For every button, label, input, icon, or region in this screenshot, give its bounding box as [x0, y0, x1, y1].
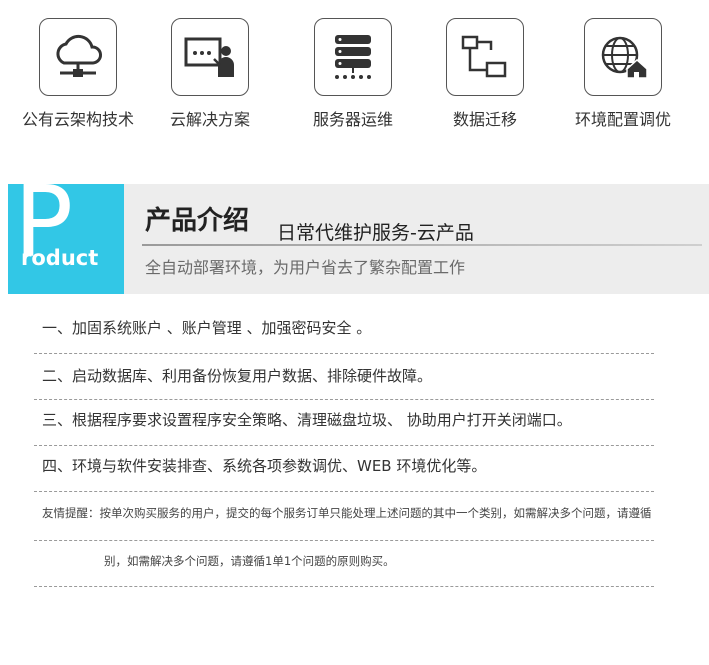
service-label: 数据迁移 — [452, 110, 517, 129]
presenter-board-icon — [171, 18, 249, 96]
notice-row: 友情提醒：按单次购买服务的用户，提交的每个服务订单只能处理上述问题的其中一个类别… — [34, 492, 654, 541]
feature-text: 一、加固系统账户 、账户管理 、加强密码安全 。 — [42, 319, 372, 337]
service-icons-row: 公有云架构技术 云解决方案 服务器运维 数据迁移 环境配置调优 — [0, 18, 709, 130]
banner-description: 全自动部署环境，为用户省去了繁杂配置工作 — [145, 258, 466, 277]
service-cloud-solution[interactable]: 云解决方案 — [140, 18, 280, 130]
service-server-ops[interactable]: 服务器运维 — [283, 18, 423, 130]
feature-text: 四、环境与软件安装排查、系统各项参数调优、WEB 环境优化等。 — [42, 457, 487, 475]
service-public-cloud[interactable]: 公有云架构技术 — [8, 18, 148, 130]
product-logo-text: roduct — [21, 246, 99, 270]
notice-row: 别，如需解决多个问题，请遵循1单1个问题的原则购买。 — [34, 541, 654, 587]
globe-home-icon — [584, 18, 662, 96]
data-migration-icon — [446, 18, 524, 96]
list-item: 一、加固系统账户 、账户管理 、加强密码安全 。 — [34, 312, 654, 354]
banner-title: 产品介绍 — [145, 206, 250, 236]
product-banner: P roduct 产品介绍 日常代维护服务-云产品 全自动部署环境，为用户省去了… — [8, 184, 709, 294]
feature-text: 二、启动数据库、利用备份恢复用户数据、排除硬件故障。 — [42, 367, 433, 385]
service-label: 环境配置调优 — [574, 110, 671, 129]
notice-text-line2: 别，如需解决多个问题，请遵循1单1个问题的原则购买。 — [104, 554, 395, 568]
list-item: 二、启动数据库、利用备份恢复用户数据、排除硬件故障。 — [34, 354, 654, 400]
service-data-migration[interactable]: 数据迁移 — [415, 18, 555, 130]
list-item: 四、环境与软件安装排查、系统各项参数调优、WEB 环境优化等。 — [34, 446, 654, 492]
notice-text-line1: 友情提醒：按单次购买服务的用户，提交的每个服务订单只能处理上述问题的其中一个类别… — [42, 506, 652, 520]
banner-subtitle: 日常代维护服务-云产品 — [277, 222, 474, 244]
cloud-network-icon — [39, 18, 117, 96]
server-rack-icon — [314, 18, 392, 96]
service-label: 服务器运维 — [312, 110, 393, 129]
list-item: 三、根据程序要求设置程序安全策略、清理磁盘垃圾、 协助用户打开关闭端口。 — [34, 400, 654, 446]
feature-text: 三、根据程序要求设置程序安全策略、清理磁盘垃圾、 协助用户打开关闭端口。 — [42, 411, 572, 429]
service-label: 公有云架构技术 — [21, 110, 134, 129]
service-env-tuning[interactable]: 环境配置调优 — [553, 18, 693, 130]
banner-divider — [142, 244, 702, 246]
product-logo-tile: P roduct — [8, 184, 124, 294]
service-label: 云解决方案 — [169, 110, 250, 129]
